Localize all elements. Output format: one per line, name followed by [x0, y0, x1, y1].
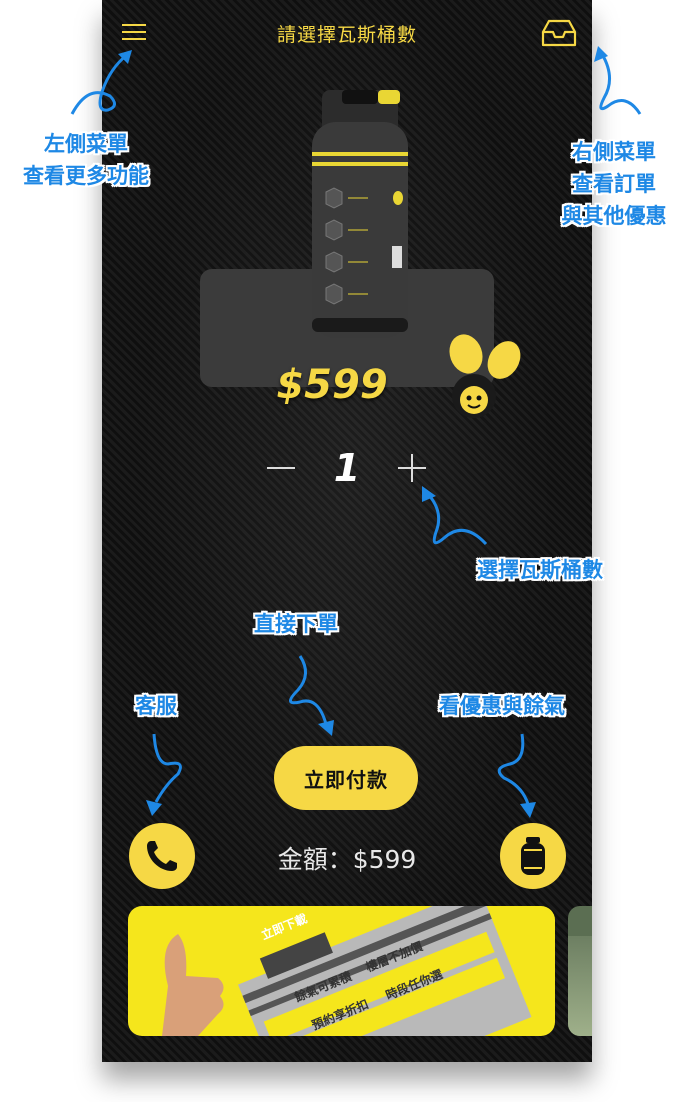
page-title: 請選擇瓦斯桶數 [276, 24, 417, 46]
quantity-value: 1 [333, 446, 361, 490]
annotation-left-menu: 左側菜單 查看更多功能 [23, 132, 149, 188]
gas-cylinder-image [312, 90, 408, 338]
inbox-icon[interactable] [540, 18, 578, 48]
quantity-decrease-button[interactable] [265, 452, 297, 484]
customer-service-button[interactable] [129, 823, 195, 889]
app-screen: 請選擇瓦斯桶數 $599 1 立即付款 金額：$599 立即下載 餘氣可累積 樓… [102, 0, 592, 1062]
promo-banner-next[interactable] [568, 906, 592, 1036]
annotation-customer-service: 客服 [135, 694, 177, 718]
arrow-right-menu [594, 46, 642, 115]
arrow-select-quantity [422, 486, 488, 546]
product-price: $599 [276, 362, 388, 408]
arrow-customer-service [146, 733, 182, 816]
gas-cylinder-icon [521, 837, 545, 875]
annotation-offers: 看優惠與餘氣 [439, 694, 565, 718]
annotation-order-now: 直接下單 [254, 612, 338, 636]
annotation-select-quantity: 選擇瓦斯桶數 [477, 558, 603, 582]
total-amount: 金額：$599 [277, 845, 417, 874]
promo-banner[interactable]: 立即下載 餘氣可累積 樓層不加價 預約享折扣 時段任你選 [128, 906, 555, 1036]
arrow-offers [497, 733, 536, 818]
bee-mascot [449, 334, 521, 418]
arrow-left-menu [70, 50, 132, 115]
phone-icon [147, 841, 177, 871]
pay-now-button[interactable]: 立即付款 [274, 746, 418, 810]
annotation-right-menu: 右側菜單 查看訂單 與其他優惠 [561, 140, 667, 228]
gas-balance-button[interactable] [500, 823, 566, 889]
arrow-order-now [289, 655, 334, 736]
